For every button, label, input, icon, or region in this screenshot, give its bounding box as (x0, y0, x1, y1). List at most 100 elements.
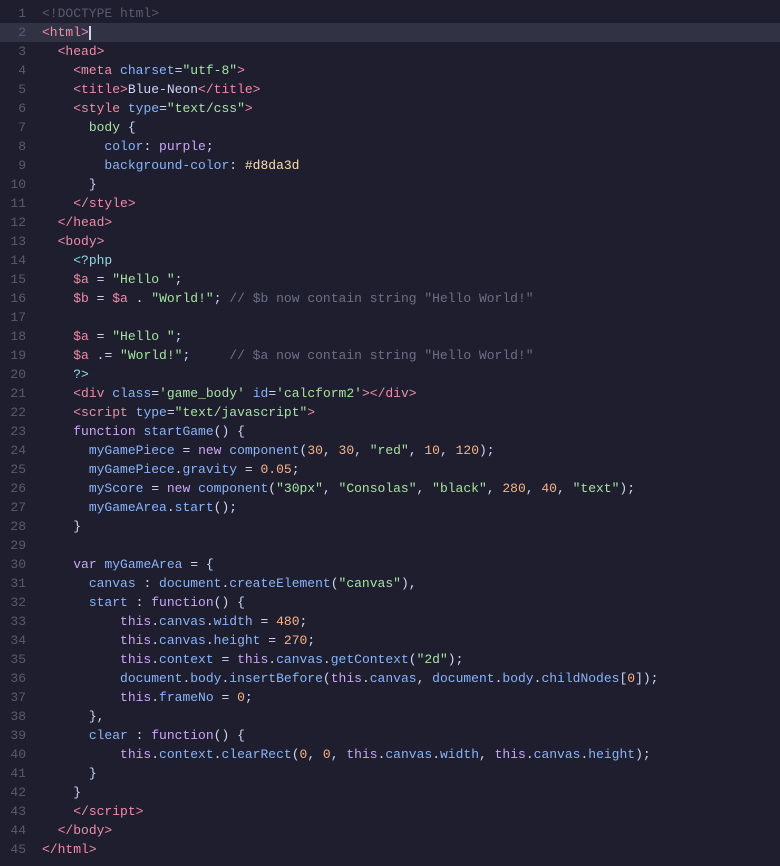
line-number: 43 (0, 802, 38, 821)
code-line: 35 this.context = this.canvas.getContext… (0, 650, 780, 669)
line-content: } (38, 764, 780, 783)
line-number: 35 (0, 650, 38, 669)
code-line: 28 } (0, 517, 780, 536)
line-number: 38 (0, 707, 38, 726)
code-line: 20 ?> (0, 365, 780, 384)
code-line: 21 <div class='game_body' id='calcform2'… (0, 384, 780, 403)
code-line: 8 color: purple; (0, 137, 780, 156)
line-content: $a = "Hello "; (38, 270, 780, 289)
line-number: 39 (0, 726, 38, 745)
line-number: 22 (0, 403, 38, 422)
line-number: 29 (0, 536, 38, 555)
code-line: 23 function startGame() { (0, 422, 780, 441)
line-content: <title>Blue-Neon</title> (38, 80, 780, 99)
code-line: 5 <title>Blue-Neon</title> (0, 80, 780, 99)
code-line: 25 myGamePiece.gravity = 0.05; (0, 460, 780, 479)
line-content: </head> (38, 213, 780, 232)
code-line: 30 var myGameArea = { (0, 555, 780, 574)
code-line: 17 (0, 308, 780, 327)
code-line: 3 <head> (0, 42, 780, 61)
line-content: myGamePiece.gravity = 0.05; (38, 460, 780, 479)
line-number: 6 (0, 99, 38, 118)
line-number: 25 (0, 460, 38, 479)
line-number: 9 (0, 156, 38, 175)
line-number: 23 (0, 422, 38, 441)
code-line: 11 </style> (0, 194, 780, 213)
code-line: 16 $b = $a . "World!"; // $b now contain… (0, 289, 780, 308)
line-content: start : function() { (38, 593, 780, 612)
line-number: 30 (0, 555, 38, 574)
code-line: 39 clear : function() { (0, 726, 780, 745)
code-line: 14 <?php (0, 251, 780, 270)
line-content: this.frameNo = 0; (38, 688, 780, 707)
line-content: <body> (38, 232, 780, 251)
line-content: <?php (38, 251, 780, 270)
code-line: 4 <meta charset="utf-8"> (0, 61, 780, 80)
line-content: <style type="text/css"> (38, 99, 780, 118)
code-line: 1<!DOCTYPE html> (0, 4, 780, 23)
line-number: 24 (0, 441, 38, 460)
code-line: 13 <body> (0, 232, 780, 251)
line-number: 10 (0, 175, 38, 194)
line-number: 40 (0, 745, 38, 764)
code-line: 27 myGameArea.start(); (0, 498, 780, 517)
line-number: 33 (0, 612, 38, 631)
code-line: 45</html> (0, 840, 780, 859)
line-content: <!DOCTYPE html> (38, 4, 780, 23)
line-content: myGameArea.start(); (38, 498, 780, 517)
line-number: 31 (0, 574, 38, 593)
code-line: 6 <style type="text/css"> (0, 99, 780, 118)
line-content: function startGame() { (38, 422, 780, 441)
code-line: 31 canvas : document.createElement("canv… (0, 574, 780, 593)
line-content: color: purple; (38, 137, 780, 156)
code-line: 24 myGamePiece = new component(30, 30, "… (0, 441, 780, 460)
code-line: 43 </script> (0, 802, 780, 821)
line-content: myScore = new component("30px", "Consola… (38, 479, 780, 498)
line-number: 14 (0, 251, 38, 270)
line-content: document.body.insertBefore(this.canvas, … (38, 669, 780, 688)
line-number: 37 (0, 688, 38, 707)
code-line: 37 this.frameNo = 0; (0, 688, 780, 707)
line-number: 5 (0, 80, 38, 99)
line-content: } (38, 517, 780, 536)
line-number: 20 (0, 365, 38, 384)
code-line: 15 $a = "Hello "; (0, 270, 780, 289)
code-editor: 1<!DOCTYPE html>2<html>3 <head>4 <meta c… (0, 0, 780, 866)
code-line: 19 $a .= "World!"; // $a now contain str… (0, 346, 780, 365)
line-content: this.canvas.width = 480; (38, 612, 780, 631)
line-content: </body> (38, 821, 780, 840)
line-content: </script> (38, 802, 780, 821)
line-content: body { (38, 118, 780, 137)
line-content: } (38, 783, 780, 802)
line-number: 2 (0, 23, 38, 42)
code-line: 38 }, (0, 707, 780, 726)
code-line: 2<html> (0, 23, 780, 42)
line-number: 42 (0, 783, 38, 802)
code-line: 33 this.canvas.width = 480; (0, 612, 780, 631)
code-line: 22 <script type="text/javascript"> (0, 403, 780, 422)
line-number: 21 (0, 384, 38, 403)
line-content: <meta charset="utf-8"> (38, 61, 780, 80)
line-content: <html> (38, 23, 780, 42)
line-content: $b = $a . "World!"; // $b now contain st… (38, 289, 780, 308)
line-number: 27 (0, 498, 38, 517)
line-number: 16 (0, 289, 38, 308)
code-line: 41 } (0, 764, 780, 783)
line-number: 1 (0, 4, 38, 23)
line-content: var myGameArea = { (38, 555, 780, 574)
line-number: 15 (0, 270, 38, 289)
line-number: 17 (0, 308, 38, 327)
code-line: 26 myScore = new component("30px", "Cons… (0, 479, 780, 498)
code-line: 36 document.body.insertBefore(this.canva… (0, 669, 780, 688)
line-number: 28 (0, 517, 38, 536)
line-number: 32 (0, 593, 38, 612)
line-content: this.context = this.canvas.getContext("2… (38, 650, 780, 669)
line-content: <div class='game_body' id='calcform2'></… (38, 384, 780, 403)
line-content: $a = "Hello "; (38, 327, 780, 346)
line-content: background-color: #d8da3d (38, 156, 780, 175)
line-content: $a .= "World!"; // $a now contain string… (38, 346, 780, 365)
line-content: }, (38, 707, 780, 726)
line-content: <head> (38, 42, 780, 61)
code-line: 7 body { (0, 118, 780, 137)
code-line: 34 this.canvas.height = 270; (0, 631, 780, 650)
